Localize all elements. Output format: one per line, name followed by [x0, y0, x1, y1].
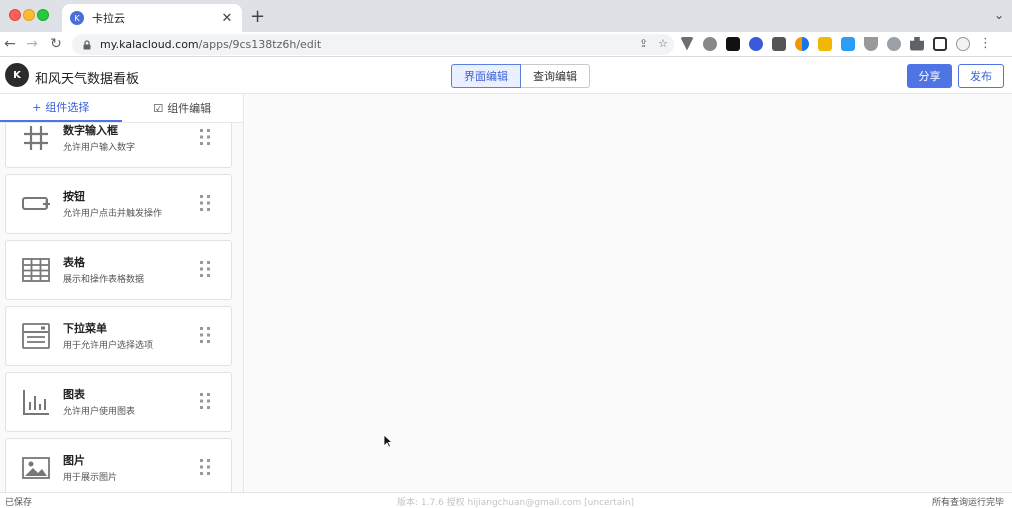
browser-menu-icon[interactable]: ⋮	[979, 36, 992, 51]
url-path: /apps/9cs138tz6h/edit	[198, 38, 322, 51]
notion-icon[interactable]	[726, 36, 740, 51]
address-bar[interactable]: my.kalacloud.com/apps/9cs138tz6h/edit ⇪ …	[72, 34, 674, 55]
new-tab-icon[interactable]: +	[250, 6, 265, 27]
edit-icon: ☑	[153, 101, 164, 115]
kalacloud-favicon-icon: K	[70, 11, 84, 25]
tab-search-chevron-icon[interactable]: ⌄	[994, 8, 1004, 22]
kalacloud-logo: K	[5, 63, 29, 87]
component-list: 数字输入框 允许用户输入数字 按钮 允许用户点击并触发操作 表格 展示和操作表格…	[0, 123, 243, 492]
window-close-icon[interactable]	[9, 9, 21, 21]
extension-cloud-icon[interactable]	[887, 36, 901, 51]
plus-icon: +	[32, 100, 42, 114]
sidebar-tabs: + 组件选择 ☑ 组件编辑	[0, 94, 243, 123]
extension-round-icon[interactable]	[703, 36, 717, 51]
window-minimize-icon[interactable]	[23, 9, 35, 21]
editor-canvas[interactable]	[245, 94, 1012, 492]
component-name: 图片	[63, 454, 85, 467]
component-desc: 用于展示图片	[63, 473, 118, 483]
button-icon	[22, 197, 50, 210]
tab-component-select-label: 组件选择	[45, 101, 90, 114]
tab-component-edit[interactable]: ☑ 组件编辑	[122, 94, 244, 122]
component-desc: 展示和操作表格数据	[63, 275, 145, 285]
extension-v-icon[interactable]	[680, 36, 694, 51]
browser-toolbar: ← → ↻ my.kalacloud.com/apps/9cs138tz6h/e…	[0, 32, 1012, 57]
drag-handle-icon[interactable]	[199, 194, 211, 212]
app-title: 和风天气数据看板	[35, 72, 140, 87]
table-icon	[22, 258, 50, 282]
drag-handle-icon[interactable]	[199, 260, 211, 278]
drag-handle-icon[interactable]	[199, 128, 211, 146]
back-icon[interactable]: ←	[2, 36, 18, 52]
share-page-icon[interactable]: ⇪	[639, 37, 648, 50]
component-card-button[interactable]: 按钮 允许用户点击并触发操作	[5, 174, 232, 234]
component-card-table[interactable]: 表格 展示和操作表格数据	[5, 240, 232, 300]
component-card-number-input[interactable]: 数字输入框 允许用户输入数字	[5, 123, 232, 168]
side-panel-icon[interactable]	[933, 36, 947, 51]
mail-icon[interactable]	[772, 36, 786, 51]
lock-icon	[83, 39, 91, 49]
component-name: 图表	[63, 388, 85, 401]
query-status: 所有查询运行完毕	[931, 498, 1004, 508]
drag-handle-icon[interactable]	[199, 392, 211, 410]
component-name: 按钮	[63, 190, 85, 203]
save-status: 已保存	[5, 498, 33, 508]
reload-icon[interactable]: ↻	[48, 36, 64, 52]
extension-blue-icon[interactable]	[749, 36, 763, 51]
tab-close-icon[interactable]: ✕	[220, 11, 234, 26]
component-card-chart[interactable]: 图表 允许用户使用图表	[5, 372, 232, 432]
profile-avatar-icon[interactable]	[956, 36, 970, 51]
extension-icons: ⋮	[680, 36, 992, 51]
component-desc: 允许用户输入数字	[63, 143, 136, 153]
status-bar: 已保存 版本: 1.7.6 授权 hijiangchuan@gmail.com …	[0, 492, 1012, 508]
dropdown-icon	[22, 323, 50, 349]
browser-tab-bar: K 卡拉云 ✕ + ⌄	[0, 0, 1012, 32]
forward-icon[interactable]: →	[24, 36, 40, 52]
extension-translate-icon[interactable]	[841, 36, 855, 51]
extension-shield-icon[interactable]	[864, 36, 878, 51]
tab-component-select[interactable]: + 组件选择	[0, 94, 122, 122]
mode-switch: 界面编辑 查询编辑	[451, 64, 590, 88]
component-name: 表格	[63, 256, 85, 269]
drag-handle-icon[interactable]	[199, 458, 211, 476]
tab-title: 卡拉云	[92, 12, 125, 25]
publish-button[interactable]: 发布	[958, 64, 1004, 88]
extension-yellow-icon[interactable]	[818, 36, 832, 51]
hash-icon	[24, 126, 48, 150]
ui-edit-mode-button[interactable]: 界面编辑	[451, 64, 521, 88]
app-header: K 和风天气数据看板 界面编辑 查询编辑 分享 发布	[0, 58, 1012, 94]
component-desc: 允许用户点击并触发操作	[63, 209, 163, 219]
mouse-cursor-icon	[383, 434, 393, 448]
component-card-dropdown[interactable]: 下拉菜单 用于允许用户选择选项	[5, 306, 232, 366]
bookmark-star-icon[interactable]: ☆	[658, 37, 668, 50]
browser-tab[interactable]: K 卡拉云 ✕	[62, 4, 242, 32]
extensions-puzzle-icon[interactable]	[910, 36, 924, 51]
share-button[interactable]: 分享	[907, 64, 952, 88]
tab-component-edit-label: 组件编辑	[167, 102, 212, 115]
image-icon	[22, 457, 50, 479]
window-maximize-icon[interactable]	[37, 9, 49, 21]
version-info: 版本: 1.7.6 授权 hijiangchuan@gmail.com [unc…	[397, 498, 635, 508]
component-name: 下拉菜单	[63, 322, 107, 335]
component-desc: 用于允许用户选择选项	[63, 341, 154, 351]
component-desc: 允许用户使用图表	[63, 407, 136, 417]
component-sidebar: + 组件选择 ☑ 组件编辑 数字输入框 允许用户输入数字 按钮 允许用户点击并触…	[0, 94, 244, 492]
query-edit-mode-button[interactable]: 查询编辑	[521, 64, 590, 88]
url-host: my.kalacloud.com	[100, 38, 199, 51]
chart-icon	[23, 390, 49, 415]
component-name: 数字输入框	[63, 124, 118, 137]
drag-handle-icon[interactable]	[199, 326, 211, 344]
component-card-image[interactable]: 图片 用于展示图片	[5, 438, 232, 492]
extension-orange-blue-icon[interactable]	[795, 36, 809, 51]
